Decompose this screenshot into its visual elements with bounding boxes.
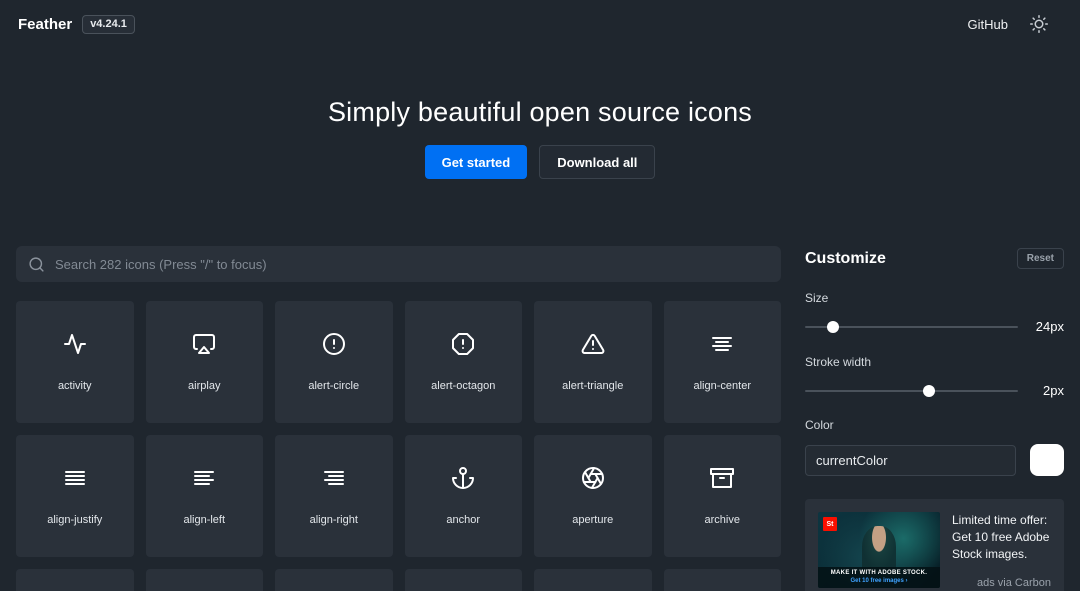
customize-title: Customize [805, 249, 886, 267]
icon-card-label: alert-octagon [431, 380, 496, 392]
icon-card-label: archive [704, 514, 740, 526]
anchor-icon [451, 466, 475, 490]
color-input[interactable] [805, 444, 1016, 476]
stroke-width-label: Stroke width [805, 355, 872, 369]
ad-text-link[interactable]: Limited time offer: Get 10 free Adobe St… [952, 512, 1051, 563]
ad-image-cta-link[interactable]: Get 10 free images › [820, 578, 938, 584]
alert-triangle-icon [581, 332, 605, 356]
alert-octagon-icon [451, 332, 475, 356]
search-input[interactable] [55, 256, 769, 272]
stroke-width-slider[interactable] [805, 384, 1018, 397]
search-bar[interactable] [16, 246, 781, 282]
size-value: 24px [1035, 319, 1064, 334]
icon-card-aperture[interactable]: aperture [534, 435, 652, 557]
icon-card-label: activity [57, 380, 92, 392]
github-link[interactable]: GitHub [968, 17, 1008, 32]
align-right-icon [322, 466, 346, 490]
size-slider-knob[interactable] [826, 320, 839, 333]
alert-circle-icon [322, 332, 346, 356]
main-content: activity airplay alert-circle alert-octagon… [0, 246, 1080, 591]
icon-card-align-right[interactable]: align-right [275, 435, 393, 557]
icon-card-alert-octagon[interactable]: alert-octagon [404, 301, 522, 423]
ad-figure-illustration [862, 526, 896, 572]
activity-icon [63, 332, 87, 356]
airplay-icon [192, 332, 216, 356]
icon-card-label: align-left [183, 514, 226, 526]
icon-card-airplay[interactable]: airplay [145, 301, 263, 423]
stroke-width-value: 2px [1043, 383, 1064, 398]
header: Feather v4.24.1 GitHub [0, 0, 1080, 48]
icon-card-anchor[interactable]: anchor [404, 435, 522, 557]
archive-icon [710, 466, 735, 490]
icon-card-partial[interactable] [145, 569, 263, 591]
icon-card-label: align-justify [47, 514, 103, 526]
reset-button[interactable]: Reset [1016, 248, 1064, 269]
icon-card-partial[interactable] [663, 569, 781, 591]
icon-card-partial[interactable] [16, 569, 134, 591]
ad-image-caption: MAKE IT WITH ADOBE STOCK. Get 10 free im… [818, 567, 940, 588]
align-justify-icon [63, 466, 87, 490]
align-left-icon [192, 466, 216, 490]
icon-card-label: align-center [693, 380, 751, 392]
aperture-icon [581, 466, 605, 490]
icon-card-partial[interactable] [534, 569, 652, 591]
icon-card-alert-triangle[interactable]: alert-triangle [534, 301, 652, 423]
ad-image-title: MAKE IT WITH ADOBE STOCK. [830, 570, 928, 576]
icon-card-align-justify[interactable]: align-justify [16, 435, 134, 557]
download-all-button[interactable]: Download all [539, 145, 656, 179]
icon-card-alert-circle[interactable]: alert-circle [275, 301, 393, 423]
icon-card-label: align-right [309, 514, 358, 526]
theme-toggle-sun-icon[interactable] [1030, 15, 1048, 33]
icon-card-partial[interactable] [404, 569, 522, 591]
icon-card-activity[interactable]: activity [16, 301, 134, 423]
version-badge[interactable]: v4.24.1 [82, 14, 135, 34]
icon-grid: activity airplay alert-circle alert-octagon… [16, 301, 781, 591]
icon-card-align-center[interactable]: align-center [663, 301, 781, 423]
hero-section: Simply beautiful open source icons Get s… [0, 97, 1080, 179]
brand-logo[interactable]: Feather [18, 16, 72, 33]
icon-card-label: alert-circle [308, 380, 360, 392]
align-center-icon [710, 332, 734, 356]
ad-attribution-link[interactable]: ads via Carbon [952, 577, 1051, 589]
stroke-width-slider-track[interactable] [805, 389, 1018, 392]
color-swatch[interactable] [1030, 444, 1064, 476]
carbon-ad: St MAKE IT WITH ADOBE STOCK. Get 10 free… [805, 499, 1064, 591]
size-label: Size [805, 291, 829, 305]
icon-card-partial[interactable] [275, 569, 393, 591]
customize-panel: Customize Reset Size 24px Stroke width 2… [805, 246, 1064, 591]
ad-image[interactable]: St MAKE IT WITH ADOBE STOCK. Get 10 free… [818, 512, 940, 588]
color-label: Color [805, 418, 834, 432]
size-slider[interactable] [805, 320, 1018, 333]
icon-card-label: anchor [446, 514, 481, 526]
page-title: Simply beautiful open source icons [327, 97, 753, 127]
icon-card-align-left[interactable]: align-left [145, 435, 263, 557]
search-icon [28, 256, 45, 273]
icon-card-label: alert-triangle [562, 380, 624, 392]
icon-card-archive[interactable]: archive [663, 435, 781, 557]
icon-card-label: airplay [188, 380, 221, 392]
adobe-stock-logo: St [823, 517, 837, 531]
icon-card-label: aperture [572, 514, 614, 526]
get-started-button[interactable]: Get started [424, 145, 528, 179]
stroke-width-slider-knob[interactable] [922, 384, 935, 397]
